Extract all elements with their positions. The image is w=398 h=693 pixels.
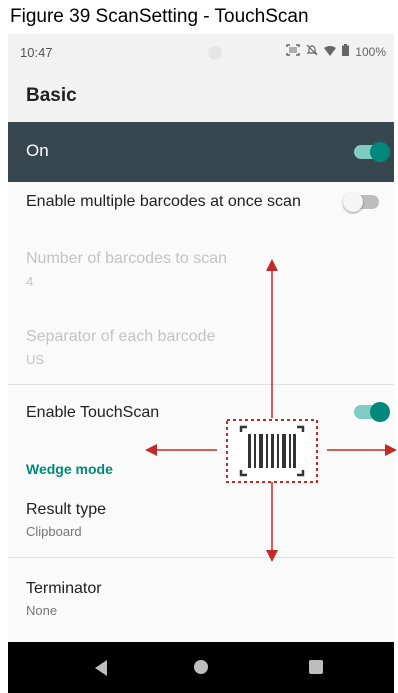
touchscan-overlay (145, 259, 397, 562)
barcode-icon[interactable] (226, 419, 318, 483)
